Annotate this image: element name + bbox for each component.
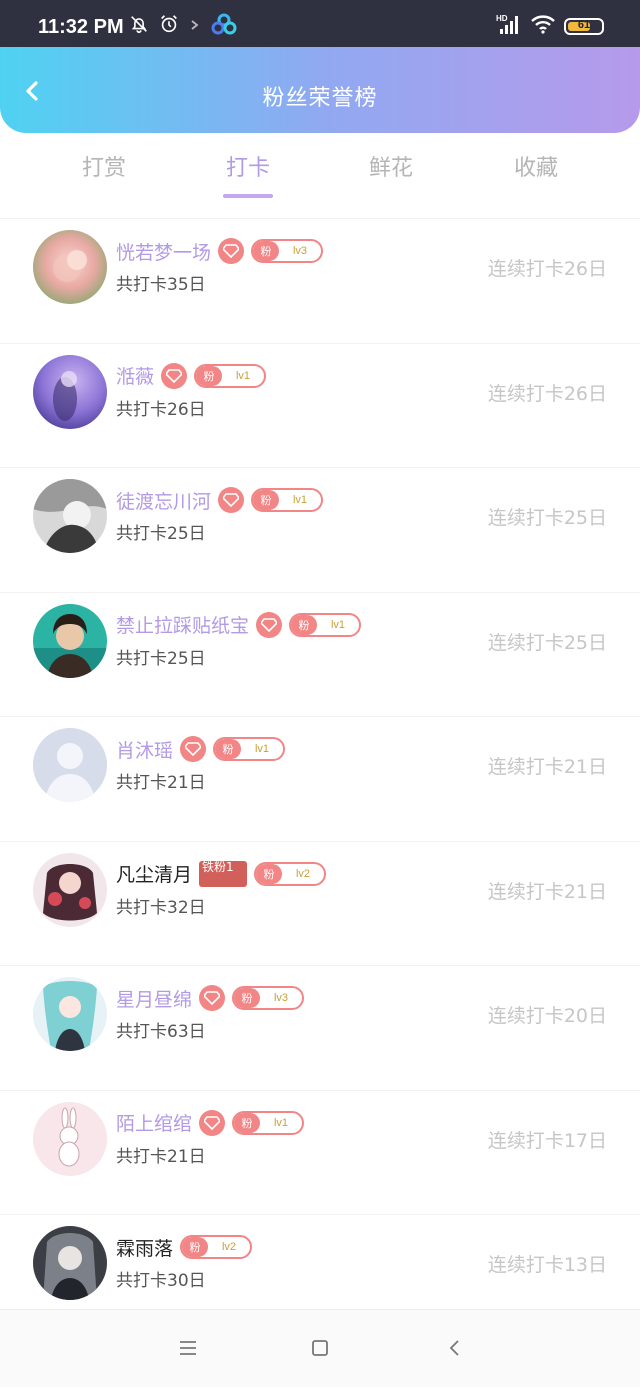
user-name[interactable]: 陌上绾绾 — [116, 1109, 192, 1136]
diamond-icon — [180, 736, 207, 762]
streak-checkin: 连续打卡21日 — [487, 756, 607, 778]
streak-checkin: 连续打卡21日 — [487, 880, 607, 903]
system-nav-bar — [0, 1309, 640, 1387]
list-item[interactable]: 肖沐瑶 粉 lv1 共打卡21日 连续打卡21日 — [0, 716, 640, 841]
name-line: 肖沐瑶 粉 lv1 — [116, 736, 286, 763]
fan-list: 恍若梦一场 粉 lv3 共打卡35日 连续打卡26日 湉薇 粉 lv1 共打卡26日… — [0, 218, 640, 1339]
user-name[interactable]: 霖雨落 — [116, 1234, 173, 1261]
name-line: 恍若梦一场 粉 lv3 — [116, 238, 324, 265]
name-line: 徒渡忘川河 粉 lv1 — [116, 487, 324, 514]
tab-flowers[interactable]: 鲜花 — [331, 150, 451, 182]
streak-checkin: 连续打卡26日 — [487, 258, 607, 280]
fan-level-badge: 粉 lv3 — [232, 986, 305, 1010]
avatar[interactable] — [33, 852, 107, 927]
avatar[interactable] — [33, 728, 107, 802]
tab-bar: 打赏 打卡 鲜花 收藏 — [0, 140, 640, 210]
name-line: 陌上绾绾 粉 lv1 — [116, 1109, 305, 1136]
list-item[interactable]: 陌上绾绾 粉 lv1 共打卡21日 连续打卡17日 — [0, 1089, 640, 1215]
avatar[interactable] — [33, 1101, 107, 1176]
back-nav-button[interactable] — [442, 1336, 466, 1360]
avatar[interactable] — [33, 479, 107, 553]
streak-checkin: 连续打卡13日 — [487, 1254, 607, 1276]
header-bar: 粉丝荣誉榜 — [0, 47, 640, 133]
streak-checkin: 连续打卡25日 — [487, 507, 607, 529]
diamond-icon — [199, 1109, 226, 1136]
status-right-icons: HD 61 — [496, 14, 604, 38]
iron-fan-badge: 铁粉1 — [199, 860, 248, 887]
fan-level-badge: 粉 lv1 — [194, 363, 267, 388]
tab-favorites[interactable]: 收藏 — [476, 150, 596, 182]
streak-checkin: 连续打卡20日 — [487, 1005, 607, 1027]
page-title: 粉丝荣誉榜 — [262, 86, 378, 111]
fan-level-badge: 粉 lv1 — [289, 612, 362, 637]
arrow-icon — [188, 17, 202, 36]
total-checkin: 共打卡21日 — [116, 1146, 206, 1167]
tab-checkin[interactable]: 打卡 — [188, 150, 308, 182]
list-item[interactable]: 恍若梦一场 粉 lv3 共打卡35日 连续打卡26日 — [0, 218, 640, 343]
avatar[interactable] — [33, 354, 107, 429]
alarm-icon — [158, 13, 180, 39]
signal-icon: HD — [496, 13, 522, 39]
list-item[interactable]: 禁止拉踩贴纸宝 粉 lv1 共打卡25日 连续打卡25日 — [0, 591, 640, 717]
name-line: 霖雨落 粉 lv2 — [116, 1234, 253, 1261]
diamond-icon — [161, 362, 188, 389]
tab-reward[interactable]: 打赏 — [44, 150, 164, 182]
name-line: 禁止拉踩贴纸宝 粉 lv1 — [116, 611, 362, 638]
name-line: 湉薇 粉 lv1 — [116, 362, 267, 389]
tab-active-indicator — [223, 194, 273, 198]
fan-level-badge: 粉 lv1 — [213, 737, 286, 761]
streak-checkin: 连续打卡17日 — [487, 1129, 607, 1152]
total-checkin: 共打卡32日 — [116, 897, 206, 918]
fan-level-badge: 粉 lv3 — [251, 239, 324, 263]
total-checkin: 共打卡30日 — [116, 1271, 206, 1291]
user-name[interactable]: 徒渡忘川河 — [116, 487, 211, 514]
avatar[interactable] — [33, 977, 107, 1051]
status-left-icons — [128, 12, 238, 40]
total-checkin: 共打卡63日 — [116, 1022, 206, 1042]
bell-off-icon — [128, 13, 150, 39]
total-checkin: 共打卡25日 — [116, 648, 206, 669]
streak-checkin: 连续打卡26日 — [487, 382, 607, 405]
total-checkin: 共打卡25日 — [116, 524, 206, 544]
status-time: 11:32 PM — [38, 16, 124, 38]
total-checkin: 共打卡35日 — [116, 275, 206, 295]
wifi-icon — [530, 13, 556, 39]
square-icon — [312, 1340, 328, 1356]
user-name[interactable]: 禁止拉踩贴纸宝 — [116, 611, 249, 638]
user-name[interactable]: 星月昼绵 — [116, 985, 192, 1012]
fan-level-badge: 粉 lv1 — [232, 1110, 305, 1135]
diamond-icon — [218, 238, 245, 264]
svg-text:HD: HD — [496, 14, 508, 23]
fan-level-badge: 粉 lv1 — [251, 488, 324, 512]
status-bar: 11:32 PM HD 61 — [0, 0, 640, 47]
diamond-icon — [218, 487, 245, 513]
home-button[interactable] — [308, 1336, 332, 1360]
total-checkin: 共打卡21日 — [116, 773, 206, 793]
avatar[interactable] — [33, 603, 107, 678]
list-item[interactable]: 湉薇 粉 lv1 共打卡26日 连续打卡26日 — [0, 342, 640, 468]
triangle-back-icon — [449, 1340, 459, 1356]
battery-icon: 61 — [564, 17, 604, 35]
name-line: 凡尘清月 铁粉1 粉 lv2 — [116, 860, 327, 887]
streak-checkin: 连续打卡25日 — [487, 631, 607, 654]
list-item[interactable]: 徒渡忘川河 粉 lv1 共打卡25日 连续打卡25日 — [0, 467, 640, 592]
avatar[interactable] — [33, 230, 107, 304]
list-item[interactable]: 星月昼绵 粉 lv3 共打卡63日 连续打卡20日 — [0, 965, 640, 1090]
diamond-icon — [256, 611, 283, 638]
name-line: 星月昼绵 粉 lv3 — [116, 985, 305, 1012]
user-name[interactable]: 肖沐瑶 — [116, 736, 173, 763]
menu-button[interactable] — [176, 1336, 200, 1360]
menu-icon — [180, 1341, 196, 1355]
user-name[interactable]: 湉薇 — [116, 362, 154, 389]
fan-level-badge: 粉 lv2 — [180, 1235, 253, 1259]
user-name[interactable]: 凡尘清月 — [116, 860, 192, 887]
user-name[interactable]: 恍若梦一场 — [116, 238, 211, 265]
diamond-icon — [199, 985, 226, 1011]
battery-level: 61 — [577, 18, 591, 31]
list-item[interactable]: 凡尘清月 铁粉1 粉 lv2 共打卡32日 连续打卡21日 — [0, 840, 640, 966]
app-logo-icon — [210, 12, 238, 40]
avatar[interactable] — [33, 1226, 107, 1300]
total-checkin: 共打卡26日 — [116, 399, 206, 420]
fan-level-badge: 粉 lv2 — [254, 861, 327, 886]
